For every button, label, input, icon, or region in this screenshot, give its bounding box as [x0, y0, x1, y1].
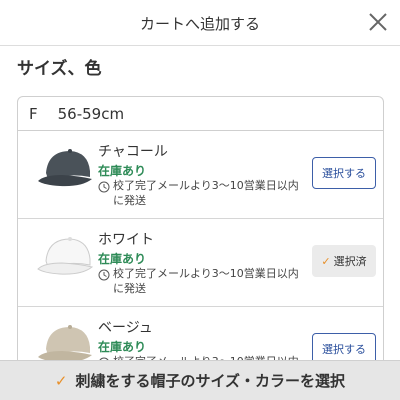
cap-image-white — [37, 237, 94, 275]
variant-card: F 56-59cm チャコール 在庫あり 校了完了メールより3〜10営業日以内に… — [17, 96, 384, 400]
check-icon: ✓ — [54, 371, 68, 390]
check-icon: ✓ — [321, 254, 331, 268]
close-icon[interactable] — [366, 10, 390, 34]
clock-icon — [98, 181, 110, 193]
size-header: F 56-59cm — [18, 97, 383, 131]
size-range: 56-59cm — [57, 104, 125, 123]
stock-status: 在庫あり — [98, 164, 147, 178]
selected-button-white[interactable]: ✓ 選択済 — [312, 245, 376, 277]
modal-title: カートへ追加する — [139, 15, 260, 33]
select-button-charcoal[interactable]: 選択する — [312, 157, 376, 189]
color-row-charcoal: チャコール 在庫あり 校了完了メールより3〜10営業日以内に発送 選択する — [18, 131, 383, 219]
shipping-note: 校了完了メールより3〜10営業日以内に発送 — [113, 179, 299, 207]
shipping-note: 校了完了メールより3〜10営業日以内に発送 — [113, 267, 299, 295]
cap-image-charcoal — [38, 149, 92, 187]
clock-icon — [98, 269, 110, 281]
section-label: サイズ、色 — [17, 59, 102, 79]
footer-text: 刺繍をする帽子のサイズ・カラーを選択 — [75, 372, 346, 390]
stock-status: 在庫あり — [98, 340, 147, 354]
color-name: ベージュ — [98, 320, 153, 336]
color-name: チャコール — [98, 144, 168, 160]
size-name: F — [29, 104, 38, 123]
modal-header: カートへ追加する — [0, 0, 400, 46]
color-row-white: ホワイト 在庫あり 校了完了メールより3〜10営業日以内に発送 ✓ 選択済 — [18, 219, 383, 307]
footer-bar[interactable]: ✓ 刺繍をする帽子のサイズ・カラーを選択 — [0, 360, 400, 400]
color-name: ホワイト — [98, 232, 154, 248]
stock-status: 在庫あり — [98, 252, 147, 266]
selected-label: 選択済 — [333, 255, 367, 268]
